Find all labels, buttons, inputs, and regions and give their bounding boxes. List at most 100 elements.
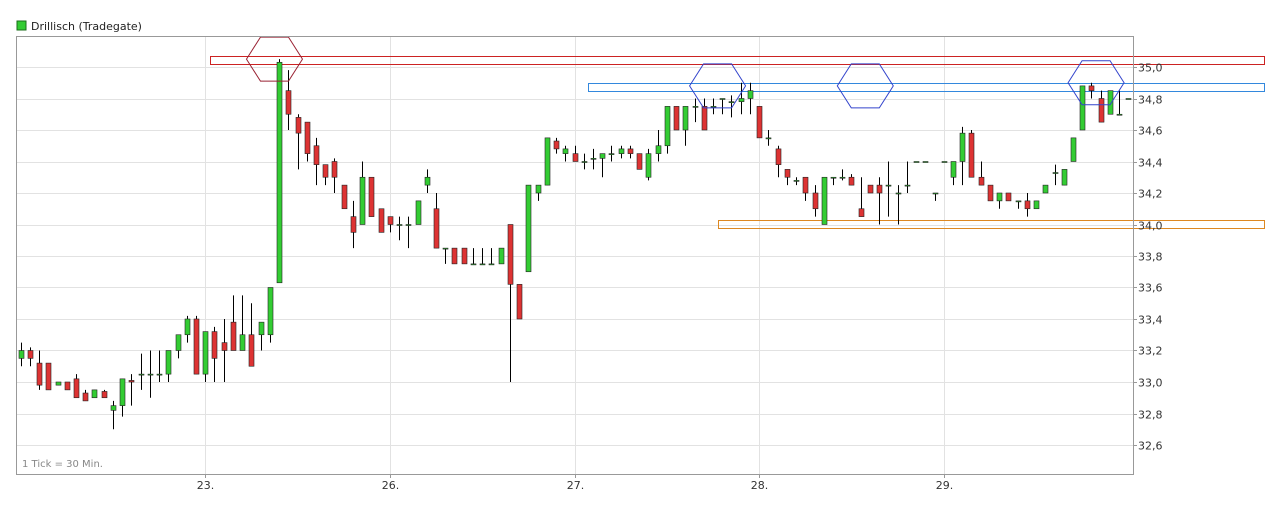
y-tick-label: 33,8 <box>1138 251 1163 264</box>
candle-down <box>193 318 200 375</box>
candle-up <box>91 389 98 399</box>
y-tick-label: 34,4 <box>1138 157 1163 170</box>
candle-up <box>1079 85 1086 131</box>
candle-down <box>64 381 71 391</box>
candle-down <box>673 106 680 131</box>
candle-down <box>221 342 228 351</box>
legend: Drillisch (Tradegate) <box>16 20 142 33</box>
candle-up <box>608 153 615 155</box>
candle-up <box>18 350 25 359</box>
candle-up <box>950 161 957 178</box>
candle-up <box>932 192 939 195</box>
candle-up <box>110 405 117 411</box>
candle-up <box>904 184 911 187</box>
candle-up <box>258 321 265 336</box>
candle-up <box>728 101 735 103</box>
candle-down <box>248 334 255 367</box>
candle-up <box>1033 200 1040 210</box>
y-tick-label: 34,8 <box>1138 94 1163 107</box>
candle-down <box>387 216 394 225</box>
candle-up <box>738 98 745 102</box>
candle-down <box>701 106 708 131</box>
candle-up <box>1061 169 1068 186</box>
candle-down <box>572 153 579 162</box>
candle-down <box>295 117 302 134</box>
candle-down <box>313 145 320 165</box>
candle-up <box>396 224 403 226</box>
candle-up <box>535 184 542 194</box>
candle-down <box>867 184 874 194</box>
candle-down <box>756 106 763 139</box>
candle-down <box>775 148 782 165</box>
candle-up <box>692 106 699 108</box>
candle-up <box>562 148 569 154</box>
candle-down <box>378 208 385 233</box>
x-tick-label: 28. <box>751 479 769 492</box>
y-tick-label: 33,2 <box>1138 345 1163 358</box>
y-tick-label: 34,0 <box>1138 220 1163 233</box>
chart-background <box>0 0 1265 506</box>
candle-down <box>101 391 108 399</box>
candle-up <box>830 176 837 179</box>
candle-down <box>45 362 52 391</box>
y-tick-label: 34,2 <box>1138 188 1163 201</box>
candle-up <box>165 350 172 375</box>
candle-up <box>1107 90 1114 115</box>
candle-up <box>895 192 902 195</box>
candle-down <box>331 161 338 178</box>
candle-down <box>128 380 135 383</box>
candle-up <box>55 381 62 386</box>
candle-up <box>793 180 800 182</box>
candle-down <box>433 208 440 249</box>
y-tick-label: 35,0 <box>1138 62 1163 75</box>
candle-down <box>858 208 865 217</box>
y-tick-label: 33,6 <box>1138 282 1163 295</box>
candle-up <box>202 331 209 375</box>
candle-up <box>922 161 929 163</box>
y-tick-label: 32,6 <box>1138 440 1163 453</box>
candle-down <box>1024 200 1031 210</box>
candlestick-chart: 35,0 34,8 34,6 34,4 34,2 34,0 33,8 33,6 33,4 33,2… <box>0 0 1265 506</box>
y-tick-label: 33,0 <box>1138 377 1163 390</box>
candle-down <box>304 121 311 154</box>
x-tick-label: 27. <box>567 479 585 492</box>
x-tick-label: 29. <box>936 479 954 492</box>
candle-up <box>710 106 717 108</box>
candle-up <box>1042 184 1049 194</box>
candle-up <box>581 161 588 163</box>
candle-down <box>968 132 975 178</box>
candle-up <box>996 192 1003 202</box>
candle-down <box>1005 192 1012 202</box>
candle-up <box>479 263 486 266</box>
candle-up <box>267 287 274 336</box>
candle-down <box>987 184 994 202</box>
candle-down <box>627 148 634 154</box>
candle-up <box>175 334 182 351</box>
candle-down <box>553 140 560 150</box>
y-tick-label: 33,4 <box>1138 314 1163 327</box>
candle-up <box>138 373 145 376</box>
legend-label: Drillisch (Tradegate) <box>31 20 142 33</box>
candle-down <box>978 176 985 186</box>
candle-up <box>276 61 283 284</box>
candle-down <box>516 284 523 320</box>
candle-up <box>1125 98 1132 100</box>
y-tick-label: 32,8 <box>1138 409 1163 422</box>
tick-footnote: 1 Tick = 30 Min. <box>22 459 103 470</box>
candle-up <box>590 158 597 160</box>
candle-down <box>82 392 89 402</box>
candle-down <box>211 331 218 359</box>
candle-down <box>1088 85 1095 91</box>
candle-down <box>802 176 809 194</box>
candle-down <box>1098 98 1105 123</box>
candle-down <box>848 176 855 186</box>
candle-up <box>1116 113 1123 116</box>
candle-up <box>1052 172 1059 174</box>
candle-up <box>682 106 689 131</box>
candle-up <box>415 200 422 225</box>
candle-up <box>821 176 828 225</box>
candle-up <box>839 176 846 179</box>
candle-down <box>350 216 357 233</box>
x-tick-label: 26. <box>382 479 400 492</box>
candle-up <box>498 247 505 265</box>
